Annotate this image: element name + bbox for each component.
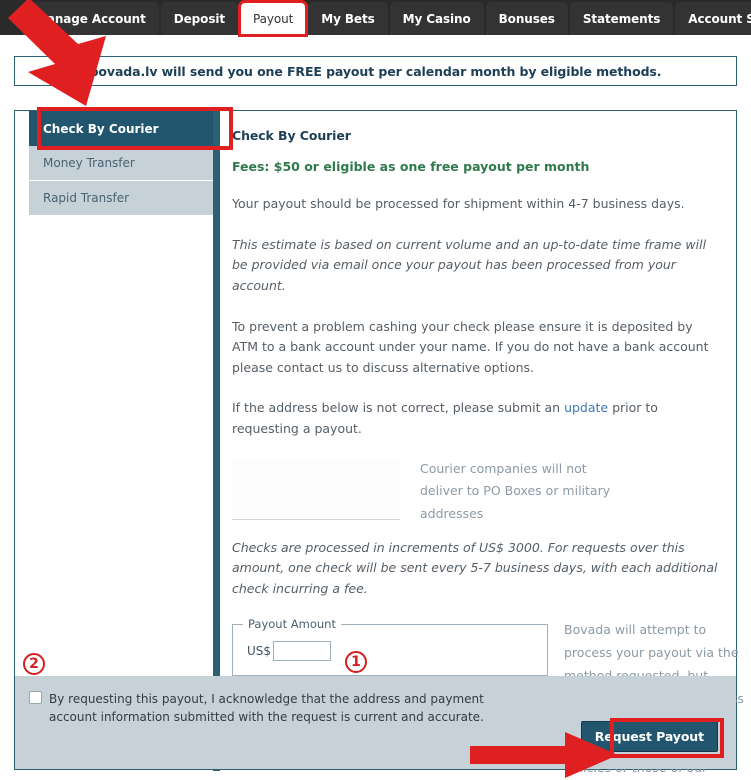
tab-deposit[interactable]: Deposit: [160, 2, 239, 35]
address-update-pre: If the address below is not correct, ple…: [232, 400, 565, 416]
tab-my-casino[interactable]: My Casino: [389, 2, 484, 35]
payout-amount-input[interactable]: [273, 640, 332, 661]
currency-label: US$: [247, 643, 272, 658]
address-update-line: If the address below is not correct, ple…: [232, 398, 720, 439]
sidebar-item-check-by-courier[interactable]: Check By Courier: [29, 111, 213, 146]
page-title: Check By Courier: [232, 128, 351, 143]
fees-text: Fees: $50 or eligible as one free payout…: [232, 159, 590, 174]
sidebar-item-label: Check By Courier: [43, 121, 159, 136]
tab-label: Payout: [253, 11, 294, 26]
tab-manage-account[interactable]: Manage Account: [22, 2, 159, 35]
acknowledgement-footer: 2 By requesting this payout, I acknowled…: [15, 653, 736, 769]
main-tabbar: Manage Account Deposit Payout My Bets My…: [0, 0, 751, 37]
banner-text: bovada.lv will send you one FREE payout …: [89, 63, 662, 79]
courier-restriction-note: Courier companies will not deliver to PO…: [420, 460, 611, 521]
processing-time-text: Your payout should be processed for ship…: [232, 196, 685, 211]
sidebar-item-label: Money Transfer: [43, 156, 135, 170]
sidebar-item-money-transfer[interactable]: Money Transfer: [29, 146, 213, 181]
tab-statements[interactable]: Statements: [569, 2, 674, 35]
free-payout-banner: bovada.lv will send you one FREE payout …: [14, 56, 737, 86]
tab-label: My Bets: [321, 11, 375, 26]
tab-label: Manage Account: [35, 11, 146, 26]
tab-my-bets[interactable]: My Bets: [308, 2, 388, 35]
increments-note-text: Checks are processed in increments of US…: [232, 539, 718, 596]
vertical-divider: [213, 111, 220, 771]
address-row: Courier companies will not deliver to PO…: [232, 457, 720, 530]
sidebar-item-rapid-transfer[interactable]: Rapid Transfer: [29, 181, 213, 216]
estimate-note-text: This estimate is based on current volume…: [232, 236, 707, 293]
payout-amount-fieldset: Payout Amount US$ 1: [232, 616, 548, 676]
acknowledgement-checkbox[interactable]: [29, 691, 42, 704]
payout-main-panel: Check By Courier Fees: $50 or eligible a…: [228, 111, 744, 775]
tab-label: Deposit: [173, 11, 226, 26]
payout-amount-control: US$: [247, 640, 332, 661]
payout-amount-row: Payout Amount US$ 1 Bovada will attempt …: [232, 616, 744, 775]
tab-payout[interactable]: Payout: [238, 0, 309, 37]
request-payout-button[interactable]: Request Payout: [580, 721, 718, 752]
atm-note-text: To prevent a problem cashing your check …: [232, 318, 709, 375]
tab-label: Statements: [582, 11, 661, 26]
annotation-marker-one: 1: [345, 650, 367, 673]
tab-label: Account Settings: [688, 11, 751, 26]
mailing-address-block: [232, 457, 400, 520]
payout-methods-sidebar: Check By Courier Money Transfer Rapid Tr…: [29, 107, 233, 216]
tab-bonuses[interactable]: Bonuses: [485, 2, 568, 35]
payout-page: Manage Account Deposit Payout My Bets My…: [0, 0, 751, 780]
update-address-link[interactable]: update: [564, 400, 608, 415]
tab-account-settings[interactable]: Account Settings: [675, 2, 751, 35]
payout-content-frame: Check By Courier Money Transfer Rapid Tr…: [14, 107, 744, 775]
payout-amount-legend: Payout Amount: [243, 616, 341, 631]
tab-label: Bonuses: [498, 11, 555, 26]
tab-label: My Casino: [402, 11, 471, 26]
acknowledgement-text: By requesting this payout, I acknowledge…: [49, 692, 484, 724]
sidebar-item-label: Rapid Transfer: [43, 191, 130, 205]
annotation-marker-two: 2: [23, 653, 45, 675]
